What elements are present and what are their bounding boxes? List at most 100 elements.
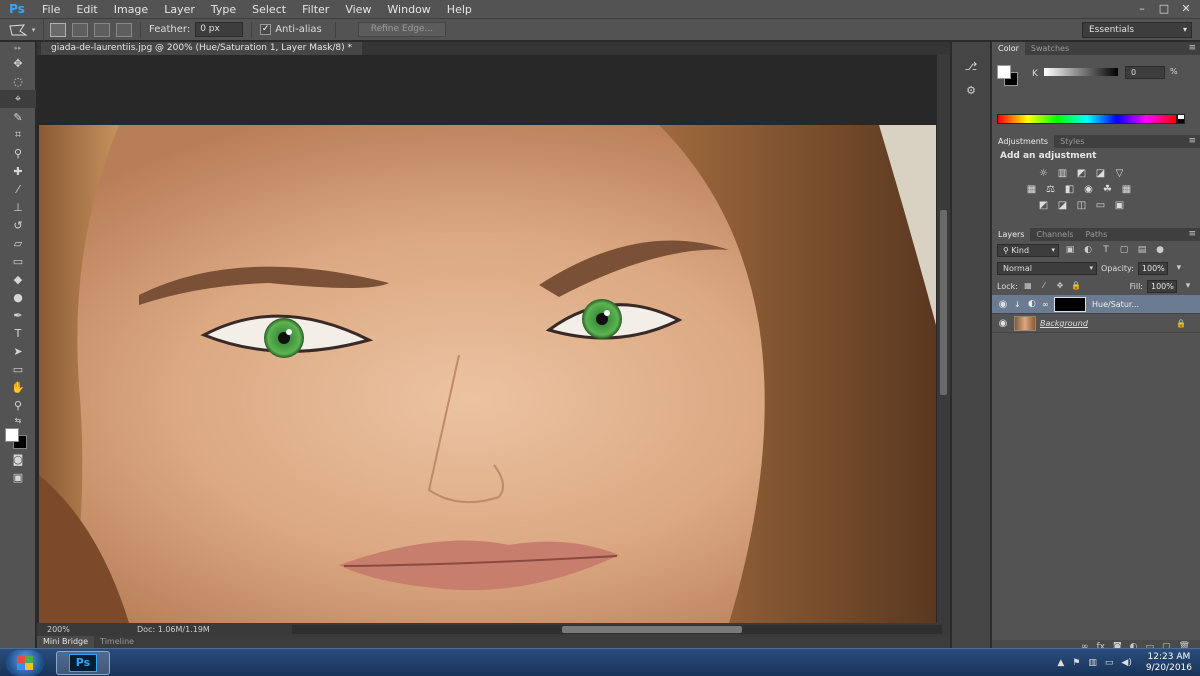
fill-input[interactable]: 100% bbox=[1147, 279, 1177, 293]
close-button[interactable]: ✕ bbox=[1178, 2, 1194, 16]
history-panel-icon[interactable]: ⎇ bbox=[952, 56, 990, 76]
menu-select[interactable]: Select bbox=[244, 0, 294, 19]
move-tool-icon[interactable]: ✥ bbox=[0, 54, 36, 72]
black-white-ramp[interactable] bbox=[1177, 114, 1185, 124]
layer-row-hue-saturation[interactable]: ◉ ↓ ◐ ∞ Hue/Satur... bbox=[992, 295, 1200, 314]
k-slider[interactable] bbox=[1044, 68, 1118, 76]
shape-tool-icon[interactable]: ▭ bbox=[0, 360, 36, 378]
new-selection-button[interactable] bbox=[50, 22, 66, 37]
layer-mask-thumbnail[interactable] bbox=[1054, 296, 1086, 312]
hue-saturation-icon[interactable]: ▦ bbox=[1024, 183, 1039, 196]
crop-tool-icon[interactable]: ⌗ bbox=[0, 126, 36, 144]
layer-filter-select[interactable]: ⚲ Kind ▾ bbox=[997, 243, 1059, 257]
screen-mode-icon[interactable]: ▣ bbox=[0, 468, 36, 486]
zoom-tool-icon[interactable]: ⚲ bbox=[0, 396, 36, 414]
channel-mixer-icon[interactable]: ☘ bbox=[1100, 183, 1115, 196]
document-image[interactable] bbox=[39, 125, 936, 623]
menu-window[interactable]: Window bbox=[379, 0, 438, 19]
swap-colors-icon[interactable]: ⇆ bbox=[0, 414, 36, 426]
eyedropper-tool-icon[interactable]: ⚲ bbox=[0, 144, 36, 162]
vertical-scrollbar[interactable] bbox=[937, 55, 950, 623]
tab-styles[interactable]: Styles bbox=[1054, 135, 1090, 148]
tab-channels[interactable]: Channels bbox=[1030, 228, 1079, 241]
canvas-area[interactable] bbox=[37, 55, 937, 623]
properties-panel-icon[interactable]: ⚙ bbox=[952, 80, 990, 100]
blur-tool-icon[interactable]: ◆ bbox=[0, 270, 36, 288]
monitor-icon[interactable]: ▭ bbox=[1105, 658, 1114, 668]
pen-tool-icon[interactable]: ✒ bbox=[0, 306, 36, 324]
tab-layers[interactable]: Layers bbox=[992, 228, 1031, 241]
path-select-tool-icon[interactable]: ➤ bbox=[0, 342, 36, 360]
lasso-tool-icon[interactable]: ⌖ bbox=[0, 90, 36, 108]
color-spectrum[interactable] bbox=[997, 114, 1177, 124]
menu-help[interactable]: Help bbox=[439, 0, 480, 19]
layer-name[interactable]: Background bbox=[1040, 319, 1088, 328]
tab-adjustments[interactable]: Adjustments bbox=[992, 135, 1055, 148]
layer-name[interactable]: Hue/Satur... bbox=[1092, 300, 1139, 309]
menu-filter[interactable]: Filter bbox=[294, 0, 337, 19]
tab-timeline[interactable]: Timeline bbox=[94, 636, 140, 648]
hand-tool-icon[interactable]: ✋ bbox=[0, 378, 36, 396]
add-selection-button[interactable] bbox=[72, 22, 88, 37]
start-button[interactable] bbox=[6, 650, 44, 676]
filter-adjustment-icon[interactable]: ◐ bbox=[1081, 244, 1095, 256]
selective-color-icon[interactable]: ▣ bbox=[1112, 199, 1127, 212]
subtract-selection-button[interactable] bbox=[94, 22, 110, 37]
zoom-level[interactable]: 200% bbox=[37, 625, 77, 634]
foreground-color-swatch[interactable] bbox=[997, 65, 1011, 79]
healing-brush-tool-icon[interactable]: ✚ bbox=[0, 162, 36, 180]
collapse-icon[interactable]: ▸▸ bbox=[0, 42, 36, 54]
blend-mode-select[interactable]: Normal ▾ bbox=[997, 261, 1097, 275]
workspace-select[interactable]: Essentials ▾ bbox=[1082, 22, 1192, 38]
menu-file[interactable]: File bbox=[34, 0, 68, 19]
tab-mini-bridge[interactable]: Mini Bridge bbox=[37, 636, 95, 648]
foreground-color-swatch[interactable] bbox=[5, 428, 19, 442]
clone-stamp-tool-icon[interactable]: ⊥ bbox=[0, 198, 36, 216]
clock[interactable]: 12:23 AM 9/20/2016 bbox=[1146, 652, 1192, 674]
filter-pixel-icon[interactable]: ▣ bbox=[1063, 244, 1077, 256]
menu-image[interactable]: Image bbox=[106, 0, 156, 19]
lock-pixels-icon[interactable]: ⁄ bbox=[1038, 280, 1050, 292]
minimize-button[interactable]: – bbox=[1134, 2, 1150, 16]
filter-shape-icon[interactable]: ▢ bbox=[1117, 244, 1131, 256]
chevron-down-icon[interactable]: ▾ bbox=[1181, 280, 1195, 292]
photo-filter-icon[interactable]: ◉ bbox=[1081, 183, 1096, 196]
taskbar-photoshop-button[interactable]: Ps bbox=[56, 651, 110, 675]
filter-smart-object-icon[interactable]: ▤ bbox=[1135, 244, 1149, 256]
type-tool-icon[interactable]: T bbox=[0, 324, 36, 342]
vibrance-icon[interactable]: ▽ bbox=[1112, 167, 1127, 180]
menu-layer[interactable]: Layer bbox=[156, 0, 203, 19]
exposure-icon[interactable]: ◪ bbox=[1093, 167, 1108, 180]
curves-icon[interactable]: ◩ bbox=[1074, 167, 1089, 180]
tab-color[interactable]: Color bbox=[992, 42, 1025, 55]
panel-menu-icon[interactable]: ≡ bbox=[1188, 135, 1196, 148]
tab-paths[interactable]: Paths bbox=[1080, 228, 1114, 241]
eraser-tool-icon[interactable]: ▱ bbox=[0, 234, 36, 252]
filter-toggle-icon[interactable]: ● bbox=[1153, 244, 1167, 256]
menu-edit[interactable]: Edit bbox=[68, 0, 105, 19]
lock-transparency-icon[interactable]: ▦ bbox=[1022, 280, 1034, 292]
eye-icon[interactable]: ◉ bbox=[992, 299, 1014, 310]
k-value-input[interactable]: 0 bbox=[1125, 66, 1165, 79]
brightness-contrast-icon[interactable]: ☼ bbox=[1036, 167, 1051, 180]
menu-view[interactable]: View bbox=[337, 0, 379, 19]
panel-menu-icon[interactable]: ≡ bbox=[1188, 228, 1196, 241]
color-lookup-icon[interactable]: ▦ bbox=[1119, 183, 1134, 196]
refine-edge-button[interactable]: Refine Edge... bbox=[357, 22, 447, 37]
gradient-map-icon[interactable]: ▭ bbox=[1093, 199, 1108, 212]
gradient-tool-icon[interactable]: ▭ bbox=[0, 252, 36, 270]
black-white-icon[interactable]: ◧ bbox=[1062, 183, 1077, 196]
panel-menu-icon[interactable]: ≡ bbox=[1188, 42, 1196, 55]
volume-icon[interactable]: ◀) bbox=[1121, 658, 1131, 668]
feather-input[interactable]: 0 px bbox=[195, 22, 244, 37]
posterize-icon[interactable]: ◪ bbox=[1055, 199, 1070, 212]
horizontal-scrollbar[interactable] bbox=[292, 625, 942, 634]
chevron-down-icon[interactable]: ▾ bbox=[1172, 262, 1186, 274]
brush-tool-icon[interactable]: ⁄ bbox=[0, 180, 36, 198]
quick-select-tool-icon[interactable]: ✎ bbox=[0, 108, 36, 126]
antialias-checkbox[interactable]: ✓ bbox=[260, 24, 272, 35]
quick-mask-icon[interactable]: ◙ bbox=[0, 450, 36, 468]
filter-type-icon[interactable]: T bbox=[1099, 244, 1113, 256]
lock-all-icon[interactable]: 🔒 bbox=[1070, 280, 1082, 292]
levels-icon[interactable]: ▥ bbox=[1055, 167, 1070, 180]
